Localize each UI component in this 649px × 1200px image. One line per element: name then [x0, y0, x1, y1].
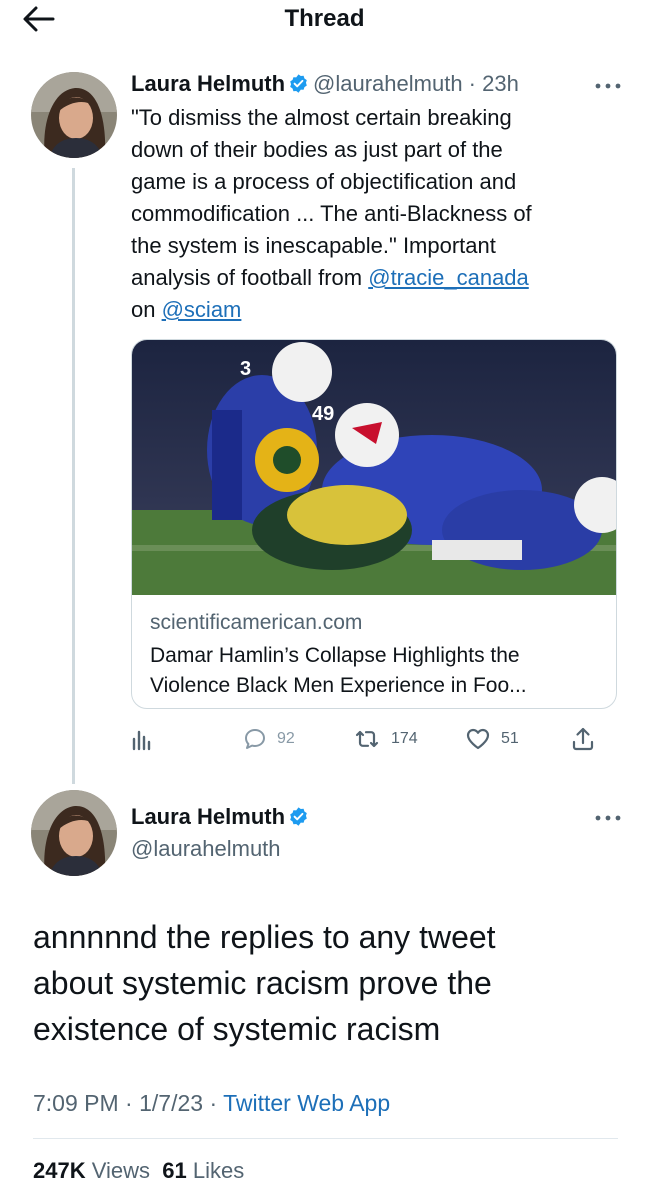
- card-image: 3 49: [132, 340, 616, 595]
- reply-count: 92: [277, 730, 295, 747]
- reply-button[interactable]: 92: [243, 722, 295, 756]
- likes-label[interactable]: Likes: [193, 1158, 244, 1183]
- tweet-text-line: game is a process of objectification and: [131, 169, 517, 194]
- analytics-icon: [132, 730, 151, 751]
- tweet-stats: 247K Views 61 Likes: [33, 1158, 244, 1184]
- retweet-count: 174: [391, 730, 418, 747]
- tweet-text-line: commodification ... The anti-Blackness o…: [131, 201, 532, 226]
- author-name[interactable]: Laura Helmuth: [131, 804, 285, 829]
- tweet-text-line: annnnnd the replies to any tweet: [33, 919, 496, 955]
- separator-dot: ·: [462, 71, 483, 96]
- tweet-text-line: analysis of football from @tracie_canada: [131, 262, 611, 294]
- like-count: 51: [501, 730, 519, 747]
- svg-text:49: 49: [312, 403, 334, 425]
- tweet-date[interactable]: 1/7/23: [139, 1090, 203, 1116]
- tweet-time[interactable]: 23h: [482, 71, 519, 96]
- tweet-text-line: on @sciam: [131, 294, 611, 326]
- likes-count[interactable]: 61: [162, 1158, 186, 1183]
- avatar[interactable]: [31, 790, 117, 876]
- avatar[interactable]: [31, 72, 117, 158]
- analytics-button[interactable]: [131, 722, 153, 756]
- svg-text:3: 3: [240, 358, 251, 380]
- tweet-text-line: existence of systemic racism: [33, 1011, 441, 1047]
- author-handle[interactable]: @laurahelmuth: [313, 71, 463, 96]
- tweet-text-segment: on: [131, 297, 162, 322]
- tweet-time[interactable]: 7:09 PM: [33, 1090, 119, 1116]
- mention-link[interactable]: @sciam: [162, 297, 242, 322]
- author-handle[interactable]: @laurahelmuth: [131, 836, 281, 862]
- card-title-line: Damar Hamlin’s Collapse Highlights the: [150, 644, 520, 667]
- share-icon: [572, 727, 594, 751]
- more-dots-icon[interactable]: [591, 76, 625, 96]
- page-title: Thread: [284, 5, 365, 32]
- separator-dot: ·: [203, 1090, 224, 1116]
- retweet-icon: [355, 730, 379, 748]
- card-domain: scientificamerican.com: [150, 611, 363, 634]
- author-name-row: Laura Helmuth: [131, 804, 313, 830]
- tweet-text-line: down of their bodies as just part of the: [131, 137, 503, 162]
- heart-icon: [466, 728, 490, 750]
- verified-badge-icon: [290, 74, 307, 93]
- like-button[interactable]: 51: [465, 722, 519, 756]
- share-button[interactable]: [571, 722, 595, 756]
- more-dots-icon[interactable]: [591, 808, 625, 828]
- views-count: 247K: [33, 1158, 86, 1183]
- thread-connector-line: [72, 168, 75, 784]
- views-label: Views: [91, 1158, 151, 1183]
- tweet-text-line: about systemic racism prove the: [33, 965, 492, 1001]
- card-title: Damar Hamlin’s Collapse Highlights the V…: [150, 641, 602, 701]
- author-name[interactable]: Laura Helmuth: [131, 71, 285, 96]
- divider: [33, 1138, 618, 1139]
- tweet-metadata: 7:09 PM · 1/7/23 · Twitter Web App: [33, 1090, 390, 1117]
- tweet-action-bar: 92 174 51: [131, 722, 617, 756]
- separator-dot: ·: [118, 1090, 140, 1116]
- retweet-button[interactable]: 174: [353, 722, 418, 756]
- source-app-link[interactable]: Twitter Web App: [223, 1090, 390, 1116]
- tweet-text-line: "To dismiss the almost certain breaking: [131, 105, 512, 130]
- link-preview-card[interactable]: 3 49 scientificamerican.com Damar Hamlin…: [131, 339, 617, 709]
- thread-header: Thread: [0, 0, 649, 40]
- mention-link[interactable]: @tracie_canada: [368, 265, 529, 290]
- tweet-header: Laura Helmuth @laurahelmuth · 23h: [131, 71, 629, 97]
- verified-badge-icon: [290, 807, 307, 826]
- tweet-text: annnnnd the replies to any tweet about s…: [33, 914, 623, 1052]
- tweet-text-line: the system is inescapable." Important: [131, 233, 496, 258]
- card-title-line: Violence Black Men Experience in Foo...: [150, 674, 527, 697]
- tweet-text-segment: analysis of football from: [131, 265, 369, 290]
- tweet-text: "To dismiss the almost certain breaking …: [131, 102, 611, 326]
- reply-icon: [245, 729, 265, 749]
